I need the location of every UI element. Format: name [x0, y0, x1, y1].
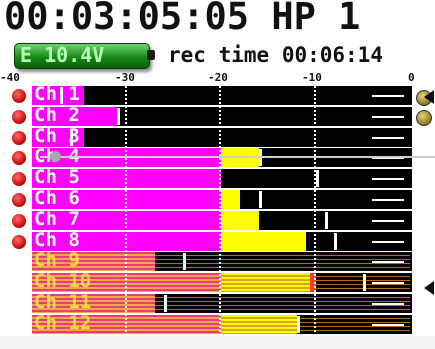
- battery-voltage: E 10.4V: [20, 43, 105, 67]
- record-dot-icon[interactable]: [12, 151, 26, 165]
- peak-hold-marker: [362, 274, 366, 291]
- peak-hold-marker: [117, 108, 121, 125]
- channel-label: Ch 11: [34, 291, 92, 313]
- record-dot-icon[interactable]: [12, 131, 26, 145]
- arrow-left-icon: [424, 90, 434, 104]
- peak-hold-marker: [164, 295, 168, 312]
- peak-hold-marker: [258, 191, 262, 208]
- meter-history-lines: [372, 137, 404, 139]
- timecode-display: 00:03:05:05 HP 1: [4, 0, 360, 37]
- meter-level-bar: [221, 232, 307, 251]
- bottom-strip: [0, 336, 435, 349]
- channel-label: Ch 10: [34, 270, 92, 292]
- meter-background: [32, 86, 412, 105]
- record-dot-icon[interactable]: [12, 110, 26, 124]
- channel-row[interactable]: Ch 2: [0, 104, 435, 126]
- channel-label: Ch 1: [34, 83, 80, 105]
- record-dot-icon[interactable]: [12, 172, 26, 186]
- record-dot-icon[interactable]: [12, 89, 26, 103]
- meter-history-lines: [372, 95, 404, 97]
- channel-row[interactable]: Ch 1: [0, 83, 435, 105]
- rec-time-display: rec time 00:06:14: [168, 42, 383, 68]
- recorder-screen: 00:03:05:05 HP 1 E 10.4V rec time 00:06:…: [0, 0, 435, 349]
- channel-row[interactable]: Ch 6: [0, 187, 435, 209]
- selection-line: [40, 156, 435, 158]
- battery-tip: [147, 50, 155, 60]
- meter-history-lines: [372, 261, 404, 263]
- meter-history-lines: [372, 220, 404, 222]
- channel-label: Ch 2: [34, 104, 80, 126]
- scale-label-minus30: -30: [115, 71, 135, 84]
- selection-knob-icon[interactable]: [50, 151, 61, 162]
- channel-row[interactable]: Ch 12: [0, 312, 435, 334]
- channel-row[interactable]: Ch 5: [0, 166, 435, 188]
- meter-history-lines: [372, 241, 404, 243]
- meter-history-lines: [372, 324, 404, 326]
- scale-label-zero: 0: [408, 71, 415, 84]
- scale-label-minus10: -10: [302, 71, 322, 84]
- record-dot-icon[interactable]: [12, 193, 26, 207]
- knob-icon[interactable]: [416, 110, 432, 126]
- channel-meters: Ch 1Ch 2Ch 3Ch 4Ch 5Ch 6Ch 7Ch 8Ch 9Ch 1…: [0, 83, 435, 336]
- meter-level-bar: [221, 273, 316, 292]
- channel-label: Ch 7: [34, 208, 80, 230]
- record-dot-icon[interactable]: [12, 235, 26, 249]
- channel-label: Ch 3: [34, 125, 80, 147]
- rec-time-label: rec time: [168, 43, 270, 67]
- record-dot-icon[interactable]: [12, 214, 26, 228]
- meter-level-bar: [221, 190, 240, 209]
- meter-history-lines: [372, 303, 404, 305]
- peak-hold-marker: [324, 212, 328, 229]
- channel-label: Ch 6: [34, 187, 80, 209]
- peak-hold-marker: [296, 316, 300, 333]
- meter-level-bar: [221, 315, 297, 334]
- channel-label: Ch 12: [34, 312, 92, 334]
- channel-row[interactable]: Ch 7: [0, 208, 435, 230]
- meter-history-lines: [372, 199, 404, 201]
- peak-hold-marker: [315, 170, 319, 187]
- peak-hold-marker: [183, 253, 187, 270]
- channel-row[interactable]: Ch 11: [0, 291, 435, 313]
- channel-label: Ch 5: [34, 166, 80, 188]
- meter-history-lines: [372, 116, 404, 118]
- meter-history-lines: [372, 178, 404, 180]
- channel-row[interactable]: Ch 10: [0, 270, 435, 292]
- rec-time-value: 00:06:14: [281, 43, 383, 67]
- meter-level-bar: [221, 211, 259, 230]
- channel-row[interactable]: Ch 9: [0, 249, 435, 271]
- scale-label-minus20: -20: [208, 71, 228, 84]
- meter-history-lines: [372, 282, 404, 284]
- headphone-channel: HP 1: [271, 0, 361, 38]
- arrow-left-icon: [424, 281, 434, 295]
- peak-hold-marker: [334, 233, 338, 250]
- channel-label: Ch 9: [34, 249, 80, 271]
- meter-background: [32, 128, 412, 147]
- scale-label-minus40: -40: [0, 71, 20, 84]
- channel-label: Ch 8: [34, 229, 80, 251]
- timecode: 00:03:05:05: [4, 0, 250, 38]
